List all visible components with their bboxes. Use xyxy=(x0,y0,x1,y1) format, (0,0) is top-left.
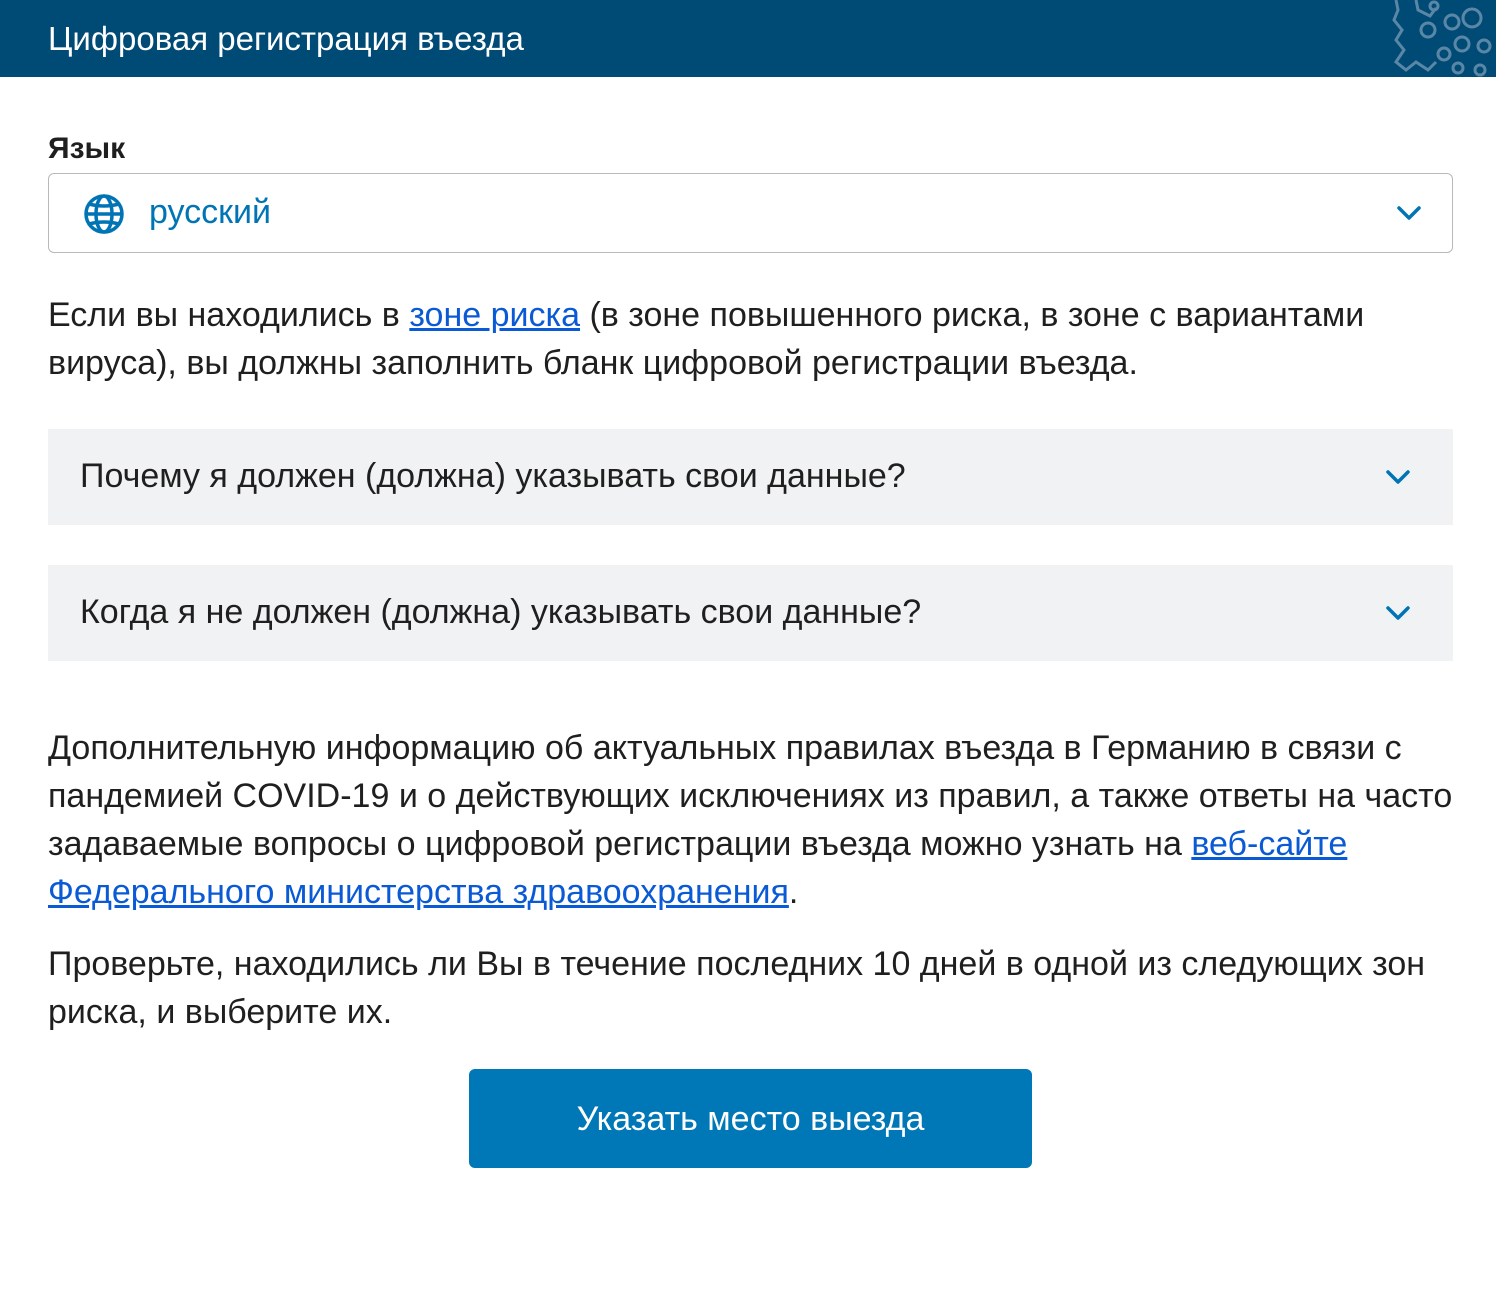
app-header: Цифровая регистрация въезда xyxy=(0,0,1496,77)
language-selected-value: русский xyxy=(149,193,272,231)
globe-icon xyxy=(84,194,124,234)
accordion-why-provide-data[interactable]: Почему я должен (должна) указывать свои … xyxy=(48,429,1453,525)
accordion-title: Когда я не должен (должна) указывать сво… xyxy=(80,593,922,631)
intro-paragraph: Если вы находились в зоне риска (в зоне … xyxy=(48,291,1453,387)
page-title: Цифровая регистрация въезда xyxy=(48,20,524,57)
chevron-down-icon xyxy=(1386,606,1410,620)
accordion-when-not-provide-data[interactable]: Когда я не должен (должна) указывать сво… xyxy=(48,565,1453,661)
info-paragraph: Дополнительную информацию об актуальных … xyxy=(48,724,1453,916)
language-label: Язык xyxy=(48,132,126,165)
chevron-down-icon xyxy=(1386,470,1410,484)
language-select[interactable]: русский xyxy=(48,173,1453,253)
virus-pattern-icon xyxy=(1392,0,1492,77)
specify-departure-button[interactable]: Указать место выезда xyxy=(469,1069,1032,1168)
risk-zone-link[interactable]: зоне риска xyxy=(409,296,580,334)
check-risk-zones-text: Проверьте, находились ли Вы в течение по… xyxy=(48,945,1426,1031)
intro-text-before: Если вы находились в xyxy=(48,296,410,334)
chevron-down-icon xyxy=(1397,206,1421,220)
info-text-after: . xyxy=(788,873,799,911)
accordion-title: Почему я должен (должна) указывать свои … xyxy=(80,457,906,495)
